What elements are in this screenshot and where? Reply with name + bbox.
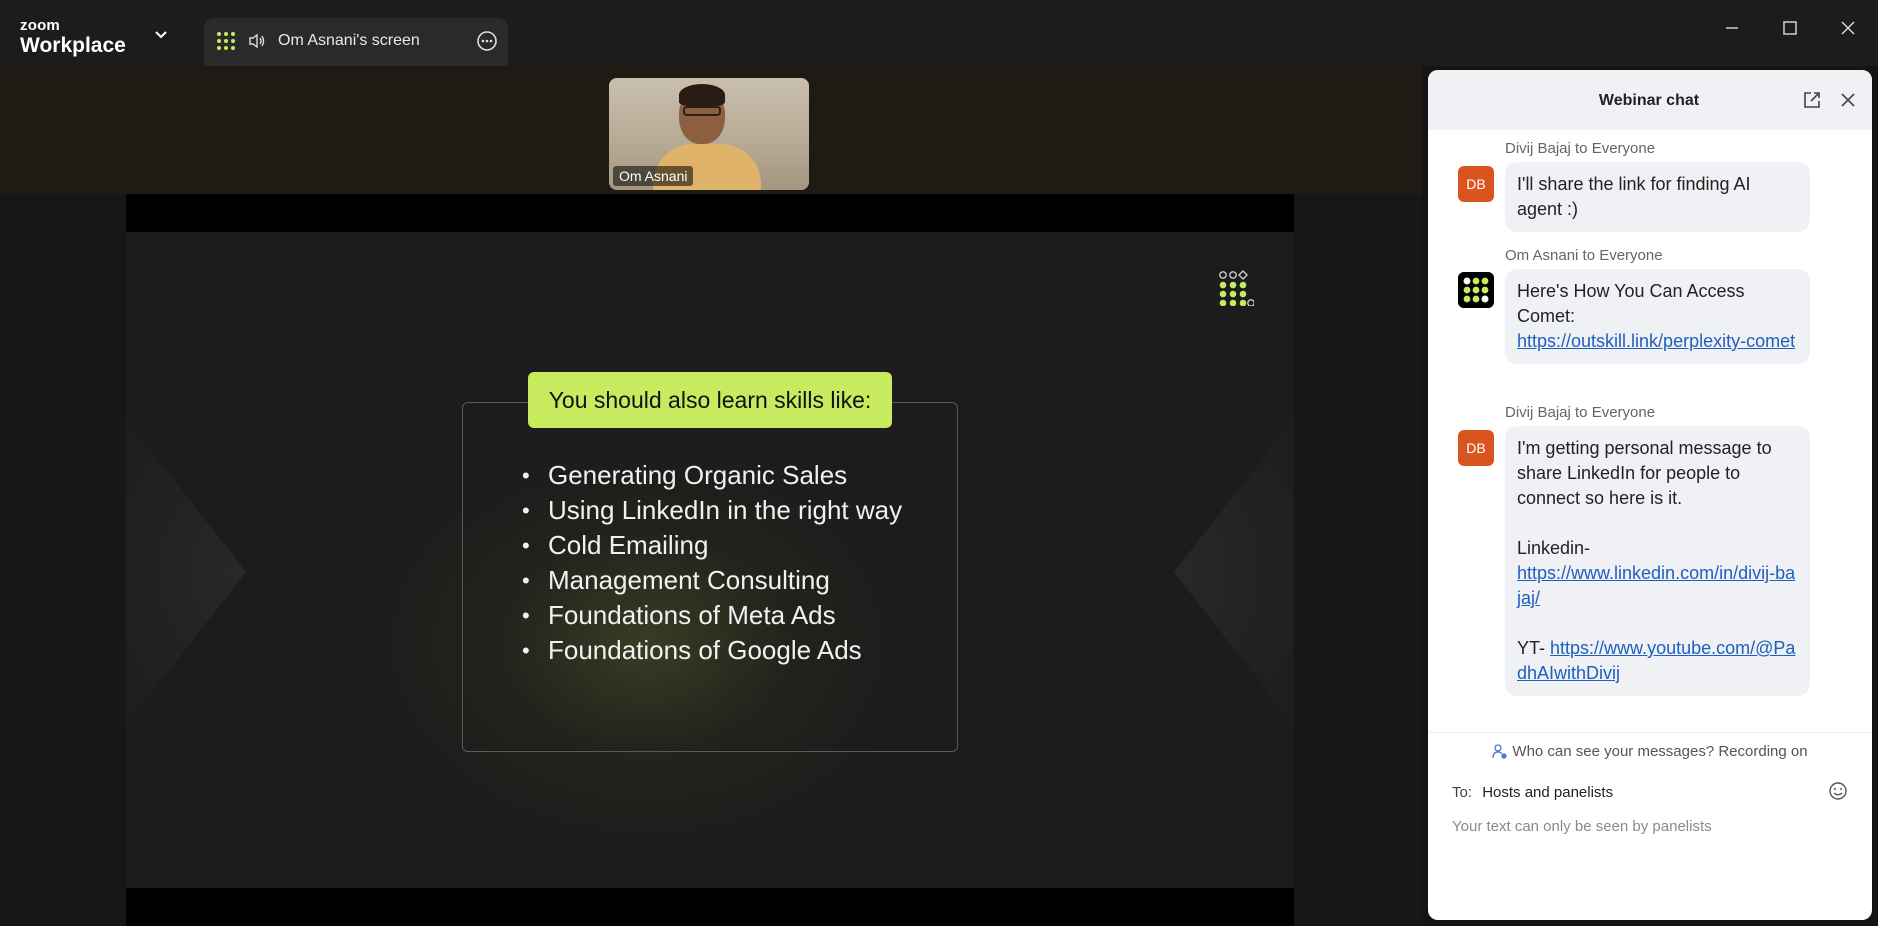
shared-screen: You should also learn skills like: Gener… [126,194,1294,926]
speaker-icon[interactable] [248,33,266,49]
tab-label: Om Asnani's screen [278,32,420,49]
chat-message[interactable]: Here's How You Can Access Comet: https:/… [1505,269,1810,364]
zoom-workplace-logo[interactable]: zoom Workplace [20,18,126,56]
chat-message[interactable]: I'm getting personal message to share Li… [1505,426,1810,696]
brand-large: Workplace [20,34,126,57]
close-icon[interactable] [1840,20,1856,36]
more-options-icon[interactable] [476,30,498,52]
share-screen-tab[interactable]: Om Asnani's screen [204,18,508,66]
linkedin-label: Linkedin- [1517,538,1591,558]
close-chat-icon[interactable] [1838,90,1858,110]
message-link[interactable]: https://www.youtube.com/@PadhAIwithDivij [1517,638,1795,683]
participant-name: Om Asnani [613,166,694,186]
message-sender: Divij Bajaj to Everyone [1505,404,1656,421]
to-label: To: [1452,784,1473,801]
avatar: DB [1458,430,1494,466]
list-item: Using LinkedIn in the right way [522,493,922,528]
maximize-icon[interactable] [1782,20,1798,36]
yt-label: YT- [1517,638,1546,658]
message-link[interactable]: https://outskill.link/perplexity-comet [1517,331,1795,351]
message-text: I'll share the link for finding AI agent… [1517,174,1751,219]
person-lock-icon [1492,744,1508,759]
brand-small: zoom [20,17,60,34]
grid-dots-icon[interactable] [216,31,236,51]
list-item: Foundations of Google Ads [522,633,922,668]
message-input[interactable]: Your text can only be seen by panelists [1452,818,1712,835]
list-item: Cold Emailing [522,528,922,563]
participant-video[interactable]: Om Asnani [609,78,809,190]
message-sender: Om Asnani to Everyone [1505,247,1663,264]
chevron-down-icon[interactable] [154,30,168,40]
slide-logo-icon [1219,270,1254,306]
chat-title: Webinar chat [1598,92,1700,109]
to-value: Hosts and panelists [1482,784,1614,801]
list-item: Foundations of Meta Ads [522,598,922,633]
recipient-selector[interactable]: To: Hosts and panelists [1452,784,1613,801]
avatar: DB [1458,166,1494,202]
notice-text: Who can see your messages? Recording on [1512,743,1808,760]
slide-heading: You should also learn skills like: [528,372,892,428]
message-text: Here's How You Can Access Comet: [1517,281,1745,326]
visibility-notice[interactable]: Who can see your messages? Recording on [1428,732,1872,760]
pop-out-icon[interactable] [1802,90,1822,110]
video-strip: Om Asnani [0,66,1422,194]
presentation-slide: You should also learn skills like: Gener… [126,232,1294,888]
meeting-stage: Om Asnani You should also learn skills l… [0,66,1422,926]
list-item: Generating Organic Sales [522,458,922,493]
message-text: I'm getting personal message to share Li… [1517,438,1772,508]
webinar-chat-panel: Webinar chat Divij Bajaj to Everyone DB … [1428,70,1872,920]
avatar [1458,272,1494,308]
skills-list: Generating Organic Sales Using LinkedIn … [522,458,922,668]
chat-message[interactable]: I'll share the link for finding AI agent… [1505,162,1810,232]
message-link[interactable]: https://www.linkedin.com/in/divij-bajaj/ [1517,563,1795,608]
message-sender: Divij Bajaj to Everyone [1505,140,1656,157]
minimize-icon[interactable] [1724,20,1740,36]
chat-header: Webinar chat [1428,70,1872,130]
list-item: Management Consulting [522,563,922,598]
emoji-icon[interactable] [1828,781,1848,801]
title-bar: zoom Workplace Om Asnani's screen [0,0,1878,66]
